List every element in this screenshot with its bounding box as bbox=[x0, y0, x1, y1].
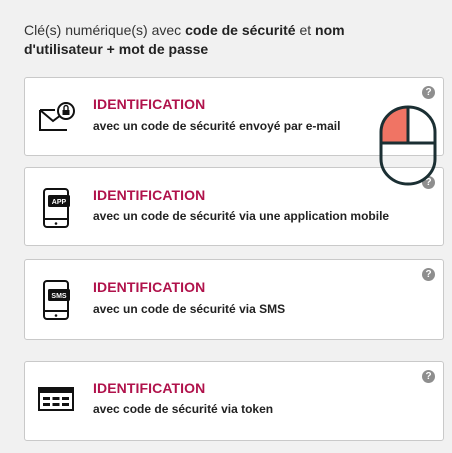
phone-app-badge: APP bbox=[52, 199, 67, 206]
option-card-sms[interactable]: SMS IDENTIFICATION avec un code de sécur… bbox=[24, 259, 444, 340]
option-title: IDENTIFICATION bbox=[93, 96, 206, 112]
option-description: avec un code de sécurité via une applica… bbox=[93, 209, 390, 223]
option-card-token[interactable]: IDENTIFICATION avec code de sécurité via… bbox=[24, 361, 444, 441]
option-title: IDENTIFICATION bbox=[93, 380, 206, 396]
phone-app-icon: APP bbox=[37, 185, 77, 234]
heading-prefix: Clé(s) numérique(s) avec bbox=[24, 22, 186, 38]
help-icon[interactable]: ? bbox=[422, 86, 435, 99]
heading-middle: et bbox=[295, 22, 316, 38]
token-icon bbox=[37, 386, 77, 421]
mouse-left-click-icon bbox=[378, 104, 438, 191]
option-title: IDENTIFICATION bbox=[93, 187, 206, 203]
phone-sms-icon: SMS bbox=[37, 277, 77, 326]
option-description: avec code de sécurité via token bbox=[93, 402, 274, 416]
email-lock-icon bbox=[37, 98, 77, 139]
identification-options-panel: Clé(s) numérique(s) avec code de sécurit… bbox=[0, 0, 452, 453]
option-description: avec un code de sécurité envoyé par e-ma… bbox=[93, 119, 341, 133]
phone-sms-badge: SMS bbox=[51, 293, 67, 300]
heading-bold-1: code de sécurité bbox=[185, 22, 296, 38]
option-description: avec un code de sécurité via SMS bbox=[93, 302, 286, 316]
option-title: IDENTIFICATION bbox=[93, 279, 206, 295]
help-icon[interactable]: ? bbox=[422, 268, 435, 281]
section-heading: Clé(s) numérique(s) avec code de sécurit… bbox=[24, 21, 424, 59]
help-icon[interactable]: ? bbox=[422, 370, 435, 383]
